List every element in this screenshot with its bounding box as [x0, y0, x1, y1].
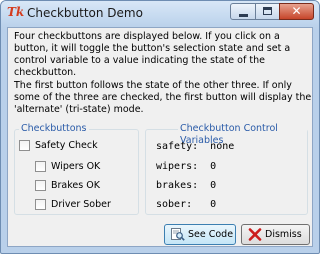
dialog-body: Four checkbuttons are displayed below. I…	[7, 27, 313, 247]
maximize-icon	[263, 7, 272, 15]
magnifier-icon	[171, 228, 185, 241]
maximize-button[interactable]	[255, 3, 280, 20]
close-button[interactable]: ✕	[279, 3, 314, 20]
checkbuttons-group-title: Checkbuttons	[19, 123, 89, 135]
checkbox-box[interactable]	[35, 199, 46, 210]
title-bar[interactable]: Tk Checkbutton Demo ✕	[1, 1, 319, 25]
control-variables-group: Checkbutton Control Variables safety: no…	[145, 123, 308, 215]
see-code-label: See Code	[188, 229, 234, 240]
checkbox-box[interactable]	[19, 140, 30, 151]
see-code-button[interactable]: See Code	[164, 224, 236, 245]
variable-wipers: wipers: 0	[156, 161, 217, 172]
note-text: The first button follows the state of th…	[14, 80, 312, 115]
checkbutton-label: Brakes OK	[51, 180, 100, 191]
checkbutton-label: Wipers OK	[51, 161, 101, 172]
checkbox-box[interactable]	[35, 180, 46, 191]
checkbox-box[interactable]	[35, 161, 46, 172]
window-title: Checkbutton Demo	[27, 6, 143, 20]
variable-safety: safety: none	[156, 141, 235, 152]
intro-text: Four checkbuttons are displayed below. I…	[14, 31, 291, 78]
close-icon: ✕	[291, 4, 302, 18]
variable-sober: sober: 0	[156, 199, 217, 210]
minimize-button[interactable]	[230, 3, 256, 20]
dismiss-button[interactable]: Dismiss	[241, 224, 310, 245]
checkbutton-label: Driver Sober	[51, 199, 111, 210]
dismiss-label: Dismiss	[265, 229, 302, 240]
variable-brakes: brakes: 0	[156, 180, 217, 191]
checkbutton-label: Safety Check	[35, 140, 98, 151]
red-x-icon	[248, 228, 262, 241]
app-window: Tk Checkbutton Demo ✕ Four checkbuttons …	[0, 0, 320, 254]
checkbuttons-group: Checkbuttons Safety Check Wipers OK Brak…	[14, 123, 139, 215]
minimize-icon	[239, 14, 248, 17]
tk-feather-icon: Tk	[7, 5, 25, 19]
